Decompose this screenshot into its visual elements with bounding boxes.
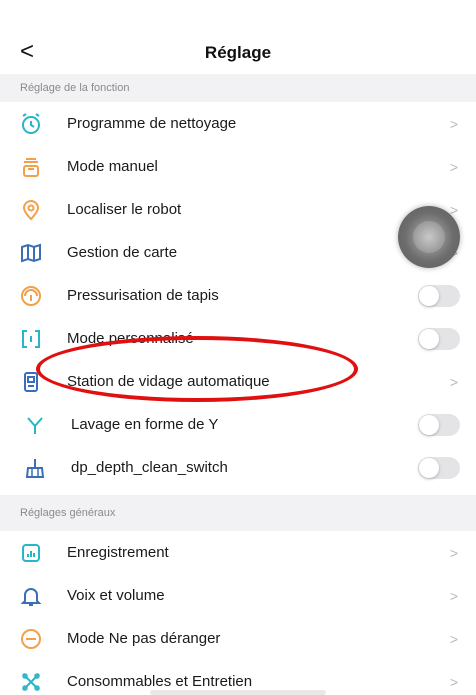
setting-label: Localiser le robot <box>67 201 182 218</box>
setting-label: Lavage en forme de Y <box>71 416 219 433</box>
setting-label: Consommables et Entretien <box>67 673 253 690</box>
chevron-right-icon: > <box>449 544 458 561</box>
setting-mode-personnalise: Mode personnalisé <box>0 317 476 360</box>
page-title: Réglage <box>204 43 272 62</box>
setting-label: Gestion de carte <box>67 244 178 261</box>
chevron-right-icon: > <box>449 673 458 690</box>
broom-icon <box>22 455 48 481</box>
carpet-boost-icon <box>18 283 44 309</box>
location-pin-icon <box>18 197 44 223</box>
setting-label: Programme de nettoyage <box>67 115 237 132</box>
setting-enregistrement[interactable]: Enregistrement > <box>0 531 476 574</box>
y-pattern-toggle[interactable] <box>418 413 460 436</box>
chevron-right-icon: > <box>449 630 458 647</box>
setting-label: Pressurisation de tapis <box>67 287 219 304</box>
general-settings-list: Enregistrement > Voix et volume > Mode N… <box>0 531 476 695</box>
setting-depth-clean: dp_depth_clean_switch <box>0 446 476 489</box>
chevron-right-icon: > <box>449 587 458 604</box>
home-indicator <box>150 690 326 695</box>
blank-caption-area <box>0 0 476 32</box>
setting-station-vidage[interactable]: Station de vidage automatique > <box>0 360 476 403</box>
consumables-icon <box>18 669 44 695</box>
setting-label: Mode manuel <box>67 158 158 175</box>
chevron-right-icon: > <box>449 158 458 175</box>
do-not-disturb-icon <box>18 626 44 652</box>
custom-mode-toggle[interactable] <box>418 327 460 350</box>
dock-station-icon <box>18 369 44 395</box>
carpet-boost-toggle[interactable] <box>418 284 460 307</box>
setting-programme-nettoyage[interactable]: Programme de nettoyage > <box>0 102 476 145</box>
clock-icon <box>18 111 44 137</box>
chevron-right-icon: > <box>449 373 458 390</box>
setting-label: Mode personnalisé <box>67 330 194 347</box>
section-header-general: Réglages généraux <box>0 495 476 531</box>
setting-ne-pas-deranger[interactable]: Mode Ne pas déranger > <box>0 617 476 660</box>
bell-icon <box>18 583 44 609</box>
setting-label: dp_depth_clean_switch <box>71 459 228 476</box>
remote-control-icon <box>18 154 44 180</box>
custom-mode-icon <box>18 326 44 352</box>
section-header-function: Réglage de la fonction <box>0 74 476 102</box>
nav-bar: < Réglage <box>0 32 476 74</box>
setting-label: Enregistrement <box>67 544 169 561</box>
record-chart-icon <box>18 540 44 566</box>
setting-label: Mode Ne pas déranger <box>67 630 221 647</box>
setting-lavage-forme-y: Lavage en forme de Y <box>0 403 476 446</box>
map-icon <box>18 240 44 266</box>
floating-assistive-touch-button[interactable] <box>398 206 460 268</box>
y-pattern-icon <box>22 412 48 438</box>
setting-voix-volume[interactable]: Voix et volume > <box>0 574 476 617</box>
chevron-right-icon: > <box>449 115 458 132</box>
setting-pressurisation-tapis: Pressurisation de tapis <box>0 274 476 317</box>
depth-clean-toggle[interactable] <box>418 456 460 479</box>
setting-label: Voix et volume <box>67 587 165 604</box>
setting-label: Station de vidage automatique <box>67 373 270 390</box>
setting-mode-manuel[interactable]: Mode manuel > <box>0 145 476 188</box>
function-settings-list: Programme de nettoyage > Mode manuel > L… <box>0 102 476 489</box>
chevron-left-icon[interactable]: < <box>20 40 34 64</box>
